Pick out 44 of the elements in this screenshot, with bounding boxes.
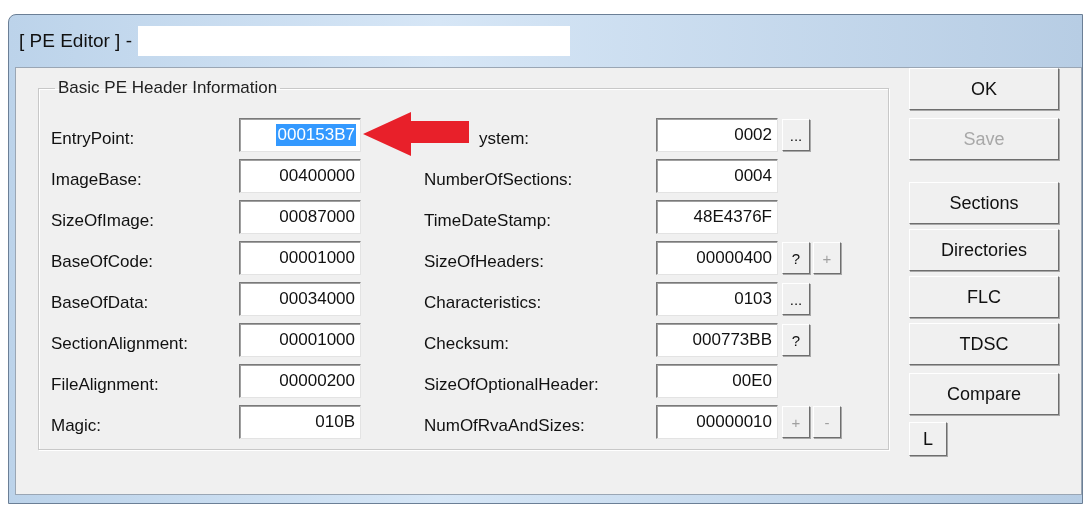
input-field[interactable]: 00001000: [239, 241, 361, 275]
dialog-button[interactable]: Sections: [909, 182, 1059, 224]
input-field[interactable]: 00087000: [239, 200, 361, 234]
input-field[interactable]: 00000010: [656, 405, 778, 439]
field-label: EntryPoint:: [51, 128, 136, 149]
field-label: BaseOfCode:: [51, 251, 155, 272]
field-label: FileAlignment:: [51, 374, 160, 395]
field-label: BaseOfData:: [51, 292, 150, 313]
field-label: NumOfRvaAndSizes:: [424, 415, 585, 436]
group-title: Basic PE Header Information: [58, 78, 278, 97]
field-label: Characteristics:: [424, 292, 542, 313]
field-label: SizeOfImage:: [51, 210, 155, 231]
input-field[interactable]: 000773BB: [656, 323, 778, 357]
input-field[interactable]: 00000400: [656, 241, 778, 275]
dialog-button[interactable]: FLC: [909, 276, 1059, 318]
dialog-button[interactable]: TDSC: [909, 323, 1059, 365]
field-label: SizeOfHeaders:: [424, 251, 544, 272]
input-field[interactable]: 00000200: [239, 364, 361, 398]
field-label: SectionAlignment:: [51, 333, 190, 354]
field-label: Magic:: [51, 415, 103, 436]
input-field[interactable]: 010B: [239, 405, 361, 439]
field-label: TimeDateStamp:: [424, 210, 551, 231]
field-label: ystem:: [479, 128, 530, 149]
field-label: Checksum:: [424, 333, 510, 354]
field-button[interactable]: ?: [782, 242, 810, 274]
field-label: ImageBase:: [51, 169, 143, 190]
input-field[interactable]: 00001000: [239, 323, 361, 357]
field-button[interactable]: ...: [782, 283, 810, 315]
input-field[interactable]: 48E4376F: [656, 200, 778, 234]
input-field[interactable]: 00034000: [239, 282, 361, 316]
input-field[interactable]: 00400000: [239, 159, 361, 193]
field-label: SizeOfOptionalHeader:: [424, 374, 599, 395]
dialog-button[interactable]: L: [909, 422, 947, 456]
input-field[interactable]: 0004: [656, 159, 778, 193]
field-button[interactable]: ?: [782, 324, 810, 356]
input-field[interactable]: 0103: [656, 282, 778, 316]
field-label: NumberOfSections:: [424, 169, 573, 190]
dialog-button[interactable]: Compare: [909, 373, 1059, 415]
dialog-button[interactable]: Directories: [909, 229, 1059, 271]
input-field[interactable]: 0002: [656, 118, 778, 152]
field-button[interactable]: ...: [782, 119, 810, 151]
input-field[interactable]: 00E0: [656, 364, 778, 398]
window-title: [ PE Editor ] -: [19, 30, 132, 52]
dialog-button[interactable]: OK: [909, 68, 1059, 110]
